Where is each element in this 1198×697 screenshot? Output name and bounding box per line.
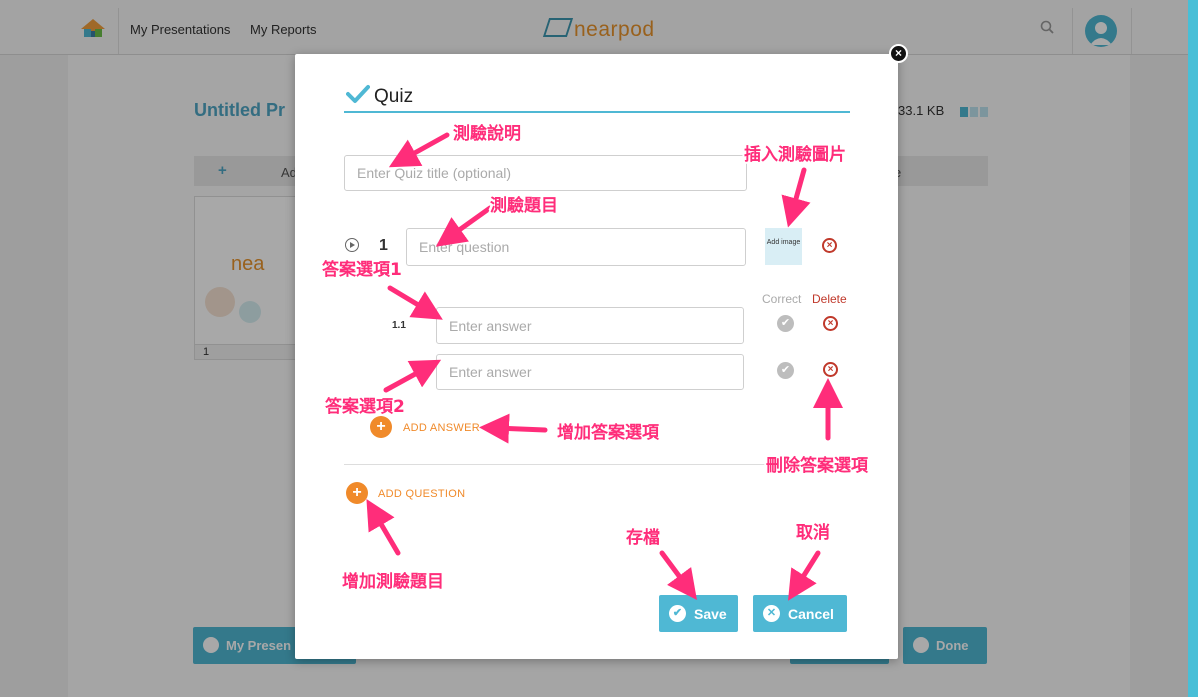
title-underline [344, 111, 850, 113]
answer-input-2[interactable] [436, 354, 744, 390]
save-button[interactable]: ✔ Save [659, 595, 738, 632]
save-label: Save [694, 606, 727, 622]
cancel-button[interactable]: ✕ Cancel [753, 595, 847, 632]
answer-input-1[interactable] [436, 307, 744, 344]
annotation-answer-2: 答案選項2 [325, 397, 405, 417]
check-circle-icon: ✔ [669, 605, 686, 622]
annotation-quiz-question: 測驗題目 [490, 196, 558, 216]
add-answer-icon[interactable]: + [370, 416, 392, 438]
delete-header: Delete [812, 292, 847, 306]
mark-correct-icon[interactable]: ✔ [777, 362, 794, 379]
annotation-add-question: 增加測驗題目 [342, 572, 444, 592]
delete-answer-icon[interactable]: × [823, 362, 838, 377]
close-circle-icon: ✕ [763, 605, 780, 622]
delete-answer-icon[interactable]: × [823, 316, 838, 331]
add-question-icon[interactable]: + [346, 482, 368, 504]
mark-correct-icon[interactable]: ✔ [777, 315, 794, 332]
annotation-save: 存檔 [626, 528, 660, 548]
collapse-question-icon[interactable] [345, 238, 359, 252]
add-image-button[interactable]: Add image [765, 228, 802, 265]
add-answer-button[interactable]: ADD ANSWER [403, 422, 480, 434]
annotation-add-answer: 增加答案選項 [557, 423, 659, 443]
right-edge-strip [1188, 0, 1198, 697]
add-question-button[interactable]: ADD QUESTION [378, 488, 465, 500]
delete-question-icon[interactable]: × [822, 238, 837, 253]
question-input[interactable] [406, 228, 746, 266]
check-icon [346, 85, 370, 103]
question-number: 1 [379, 237, 388, 254]
annotation-delete-answer: 刪除答案選項 [766, 456, 868, 476]
annotation-quiz-description: 測驗說明 [453, 124, 521, 144]
modal-title: Quiz [374, 86, 414, 107]
annotation-answer-1: 答案選項1 [322, 260, 402, 280]
cancel-label: Cancel [788, 606, 834, 622]
quiz-title-input[interactable] [344, 155, 747, 191]
correct-header: Correct [762, 292, 802, 306]
annotation-insert-image: 插入測驗圖片 [744, 145, 846, 165]
answer-number: 1.1 [392, 320, 406, 331]
modal-close-icon[interactable]: × [889, 44, 908, 63]
annotation-cancel: 取消 [796, 523, 830, 543]
